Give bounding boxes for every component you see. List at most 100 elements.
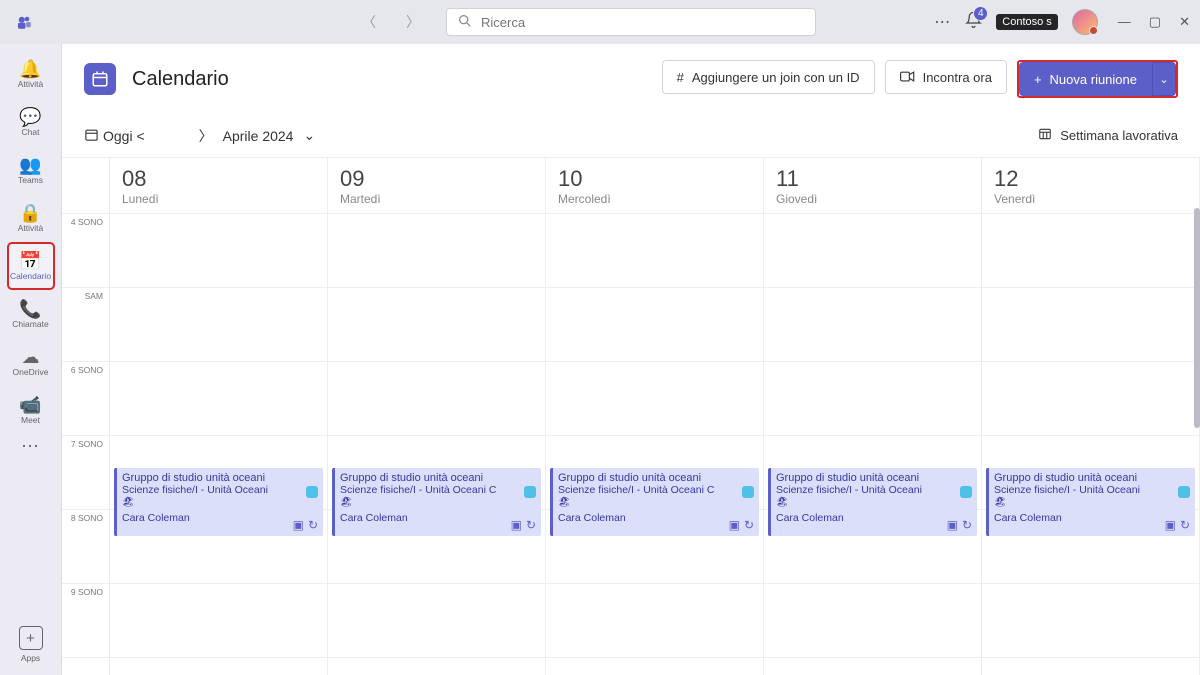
time-slot[interactable]	[982, 584, 1199, 658]
join-with-id-button[interactable]: # Aggiungere un join con un ID	[662, 60, 875, 94]
maximize-icon[interactable]: ▢	[1149, 14, 1161, 30]
new-meeting-chevron[interactable]: ⌄	[1152, 62, 1176, 96]
day-number: 09	[340, 166, 533, 192]
view-label: Settimana lavorativa	[1060, 128, 1178, 143]
more-icon[interactable]: ⋯	[934, 12, 951, 32]
today-button[interactable]: Oggi <	[84, 127, 145, 145]
time-slot[interactable]	[328, 214, 545, 288]
day-column[interactable]: Gruppo di studio unità oceani Scienze fi…	[982, 214, 1200, 675]
time-slot[interactable]	[328, 584, 545, 658]
time-slot[interactable]	[546, 584, 763, 658]
rail-calendar-icon: 📅	[19, 252, 41, 270]
day-column[interactable]: Gruppo di studio unità oceani Scienze fi…	[764, 214, 982, 675]
rail-activity[interactable]: 🔔Attività	[7, 50, 55, 98]
time-slot[interactable]	[764, 214, 981, 288]
calendar-today-icon	[84, 127, 99, 145]
time-slot[interactable]	[982, 362, 1199, 436]
scrollbar-thumb[interactable]	[1194, 208, 1200, 428]
meet-now-button[interactable]: Incontra ora	[885, 60, 1007, 94]
avatar[interactable]	[1072, 9, 1098, 35]
month-navigator[interactable]: 〉 Aprile 2024 ⌄	[199, 126, 316, 146]
time-slot[interactable]	[110, 362, 327, 436]
time-slot[interactable]	[982, 214, 1199, 288]
event-title: Gruppo di studio unità oceani	[558, 472, 754, 484]
time-slot[interactable]	[546, 214, 763, 288]
time-slot[interactable]	[110, 214, 327, 288]
time-slot[interactable]	[546, 362, 763, 436]
calendar-event[interactable]: Gruppo di studio unità oceani Scienze fi…	[332, 468, 541, 536]
chevron-right-icon[interactable]: 〉	[199, 126, 213, 146]
page-title: Calendario	[132, 68, 229, 91]
event-recurring-icon: ↻	[526, 518, 536, 532]
view-selector[interactable]: Settimana lavorativa	[1038, 127, 1178, 144]
rail-teams[interactable]: 👥Teams	[7, 146, 55, 194]
event-title: Gruppo di studio unità oceani	[122, 472, 318, 484]
event-type-icon	[742, 486, 754, 498]
join-with-id-label: Aggiungere un join con un ID	[692, 70, 860, 85]
time-slot[interactable]	[110, 288, 327, 362]
rail-activity-icon: 🔔	[19, 60, 41, 78]
event-chat-icon[interactable]: ▣	[1165, 518, 1176, 532]
time-gutter: 4 SONOSAM6 SONO7 SONO8 SONO9 SONO	[62, 214, 110, 675]
forward-icon[interactable]: 〉	[406, 12, 420, 32]
new-meeting-button[interactable]: + Nuova riunione	[1019, 62, 1152, 96]
minimize-icon[interactable]: —	[1118, 14, 1131, 30]
close-icon[interactable]: ✕	[1179, 14, 1190, 30]
rail-more-icon[interactable]: ⋯	[21, 436, 40, 457]
event-chat-icon[interactable]: ▣	[729, 518, 740, 532]
time-slot[interactable]	[110, 584, 327, 658]
chevron-down-icon[interactable]: ⌄	[303, 127, 315, 144]
day-column[interactable]: Gruppo di studio unità oceani Scienze fi…	[328, 214, 546, 675]
rail-assignments[interactable]: 🔒Attività	[7, 194, 55, 242]
rail-meet[interactable]: 📹Meet	[7, 386, 55, 434]
time-slot[interactable]	[764, 584, 981, 658]
calendar-event[interactable]: Gruppo di studio unità oceani Scienze fi…	[114, 468, 323, 536]
hash-icon: #	[677, 70, 684, 85]
new-meeting-highlight: + Nuova riunione ⌄	[1017, 60, 1178, 98]
time-label: SAM	[62, 288, 109, 362]
rail-chat-label: Chat	[22, 128, 40, 137]
calendar-event[interactable]: Gruppo di studio unità oceani Scienze fi…	[986, 468, 1195, 536]
rail-meet-icon: 📹	[19, 396, 41, 414]
apps-button[interactable]: +	[19, 626, 43, 650]
event-type-icon	[306, 486, 318, 498]
channel-icon: 🏖	[122, 497, 318, 508]
day-column[interactable]: Gruppo di studio unità oceani Scienze fi…	[110, 214, 328, 675]
day-name: Martedì	[340, 192, 533, 206]
day-header: 11Giovedì	[764, 158, 982, 213]
event-subtitle: Scienze fisiche/I - Unità Oceani C	[558, 484, 754, 496]
time-slot[interactable]	[546, 288, 763, 362]
rail-teams-label: Teams	[18, 176, 43, 185]
time-slot[interactable]	[328, 288, 545, 362]
time-slot[interactable]	[764, 288, 981, 362]
time-label: 8 SONO	[62, 510, 109, 584]
event-organizer: Cara Coleman	[994, 512, 1190, 524]
time-label: 7 SONO	[62, 436, 109, 510]
time-slot[interactable]	[328, 362, 545, 436]
notifications-icon[interactable]: 4	[965, 11, 982, 33]
event-title: Gruppo di studio unità oceani	[340, 472, 536, 484]
time-slot[interactable]	[764, 362, 981, 436]
month-label: Aprile 2024	[223, 128, 294, 144]
event-chat-icon[interactable]: ▣	[293, 518, 304, 532]
rail-chat[interactable]: 💬Chat	[7, 98, 55, 146]
rail-onedrive-label: OneDrive	[13, 368, 49, 377]
search-icon	[458, 14, 471, 30]
notification-badge: 4	[973, 6, 988, 21]
calendar-event[interactable]: Gruppo di studio unità oceani Scienze fi…	[550, 468, 759, 536]
calendar-event[interactable]: Gruppo di studio unità oceani Scienze fi…	[768, 468, 977, 536]
time-label: 4 SONO	[62, 214, 109, 288]
event-chat-icon[interactable]: ▣	[511, 518, 522, 532]
event-title: Gruppo di studio unità oceani	[994, 472, 1190, 484]
rail-calls[interactable]: 📞Chiamate	[7, 290, 55, 338]
time-slot[interactable]	[982, 288, 1199, 362]
rail-onedrive[interactable]: ☁OneDrive	[7, 338, 55, 386]
event-chat-icon[interactable]: ▣	[947, 518, 958, 532]
search-input[interactable]	[446, 8, 816, 36]
event-organizer: Cara Coleman	[340, 512, 536, 524]
search-container	[446, 8, 816, 36]
rail-calendar[interactable]: 📅Calendario	[7, 242, 55, 290]
back-icon[interactable]: 〈	[362, 12, 376, 32]
day-column[interactable]: Gruppo di studio unità oceani Scienze fi…	[546, 214, 764, 675]
grid-scroll[interactable]: 4 SONOSAM6 SONO7 SONO8 SONO9 SONO Gruppo…	[62, 214, 1200, 675]
